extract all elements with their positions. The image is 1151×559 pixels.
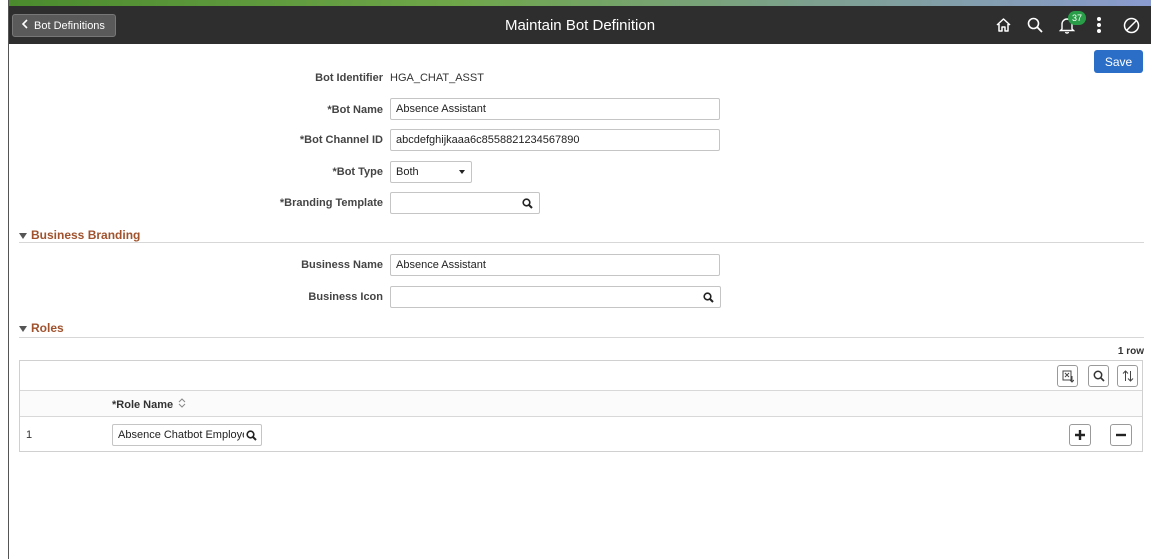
- sort-icon[interactable]: [1117, 365, 1138, 387]
- lookup-icon[interactable]: [701, 290, 715, 304]
- role-name-value: Absence Chatbot Employe: [118, 429, 244, 441]
- lookup-icon[interactable]: [520, 196, 534, 210]
- business-name-field[interactable]: Absence Assistant: [390, 254, 720, 276]
- section-divider: [19, 242, 1144, 243]
- save-button[interactable]: Save: [1094, 50, 1143, 73]
- minus-icon: [1116, 433, 1126, 437]
- bot-identifier-value: HGA_CHAT_ASST: [390, 72, 484, 84]
- business-icon-label: Business Icon: [308, 291, 383, 303]
- notifications-icon[interactable]: 37: [1051, 11, 1086, 38]
- row-count: 1 row: [1117, 346, 1144, 357]
- role-name-field[interactable]: Absence Chatbot Employe: [112, 424, 262, 446]
- collapse-arrow-icon: [19, 321, 27, 335]
- left-edge: [0, 0, 9, 559]
- bot-channel-id-field[interactable]: abcdefghijkaaa6c8558821234567890: [390, 129, 720, 151]
- bot-channel-id-value: abcdefghijkaaa6c8558821234567890: [396, 134, 580, 146]
- roles-title: Roles: [31, 321, 64, 335]
- grid-search-icon[interactable]: [1088, 365, 1109, 387]
- grid-toolbar: [20, 361, 1142, 391]
- roles-grid: *Role Name 1 Absence Chatbot Employe: [19, 360, 1143, 452]
- business-branding-title: Business Branding: [31, 228, 141, 242]
- section-divider: [19, 337, 1144, 338]
- lookup-icon[interactable]: [244, 428, 258, 442]
- business-name-label: Business Name: [301, 259, 383, 271]
- grid-header: *Role Name: [20, 391, 1142, 417]
- roles-section-header[interactable]: Roles: [19, 321, 64, 335]
- branding-template-field[interactable]: [390, 192, 540, 214]
- back-button[interactable]: Bot Definitions: [12, 14, 116, 37]
- export-icon[interactable]: [1057, 365, 1078, 387]
- bot-name-label: *Bot Name: [327, 104, 383, 116]
- actions-menu-icon[interactable]: [1083, 12, 1115, 38]
- bot-type-select[interactable]: Both: [390, 161, 472, 183]
- delete-row-button[interactable]: [1110, 424, 1132, 446]
- bot-channel-id-label: *Bot Channel ID: [299, 134, 383, 146]
- business-branding-section-header[interactable]: Business Branding: [19, 228, 140, 242]
- bot-type-value: Both: [396, 166, 419, 178]
- bot-identifier-label: Bot Identifier: [315, 72, 383, 84]
- sort-toggle-icon: [178, 398, 186, 411]
- row-number: 1: [26, 429, 33, 441]
- chevron-left-icon: [21, 19, 28, 32]
- banner-icon-group: 37: [987, 11, 1147, 38]
- add-row-button[interactable]: [1069, 424, 1091, 446]
- bot-type-label: *Bot Type: [332, 166, 383, 178]
- business-icon-field[interactable]: [390, 286, 721, 308]
- table-row: 1 Absence Chatbot Employe: [20, 417, 1142, 451]
- back-button-label: Bot Definitions: [34, 19, 105, 32]
- branding-template-label: *Branding Template: [279, 197, 383, 209]
- business-name-value: Absence Assistant: [396, 259, 486, 271]
- header-banner: Bot Definitions Maintain Bot Definition …: [9, 6, 1151, 44]
- page: Bot Definitions Maintain Bot Definition …: [0, 0, 1151, 559]
- role-name-column-header[interactable]: *Role Name: [112, 398, 186, 411]
- navbar-icon[interactable]: [1115, 12, 1147, 38]
- plus-icon: [1075, 430, 1085, 440]
- search-icon[interactable]: [1019, 12, 1051, 38]
- collapse-arrow-icon: [19, 228, 27, 242]
- bot-name-value: Absence Assistant: [396, 103, 486, 115]
- role-name-header-label: *Role Name: [112, 398, 174, 411]
- dropdown-arrow-icon: [458, 166, 466, 178]
- home-icon[interactable]: [987, 12, 1019, 38]
- bot-name-field[interactable]: Absence Assistant: [390, 98, 720, 120]
- page-title: Maintain Bot Definition: [504, 17, 656, 34]
